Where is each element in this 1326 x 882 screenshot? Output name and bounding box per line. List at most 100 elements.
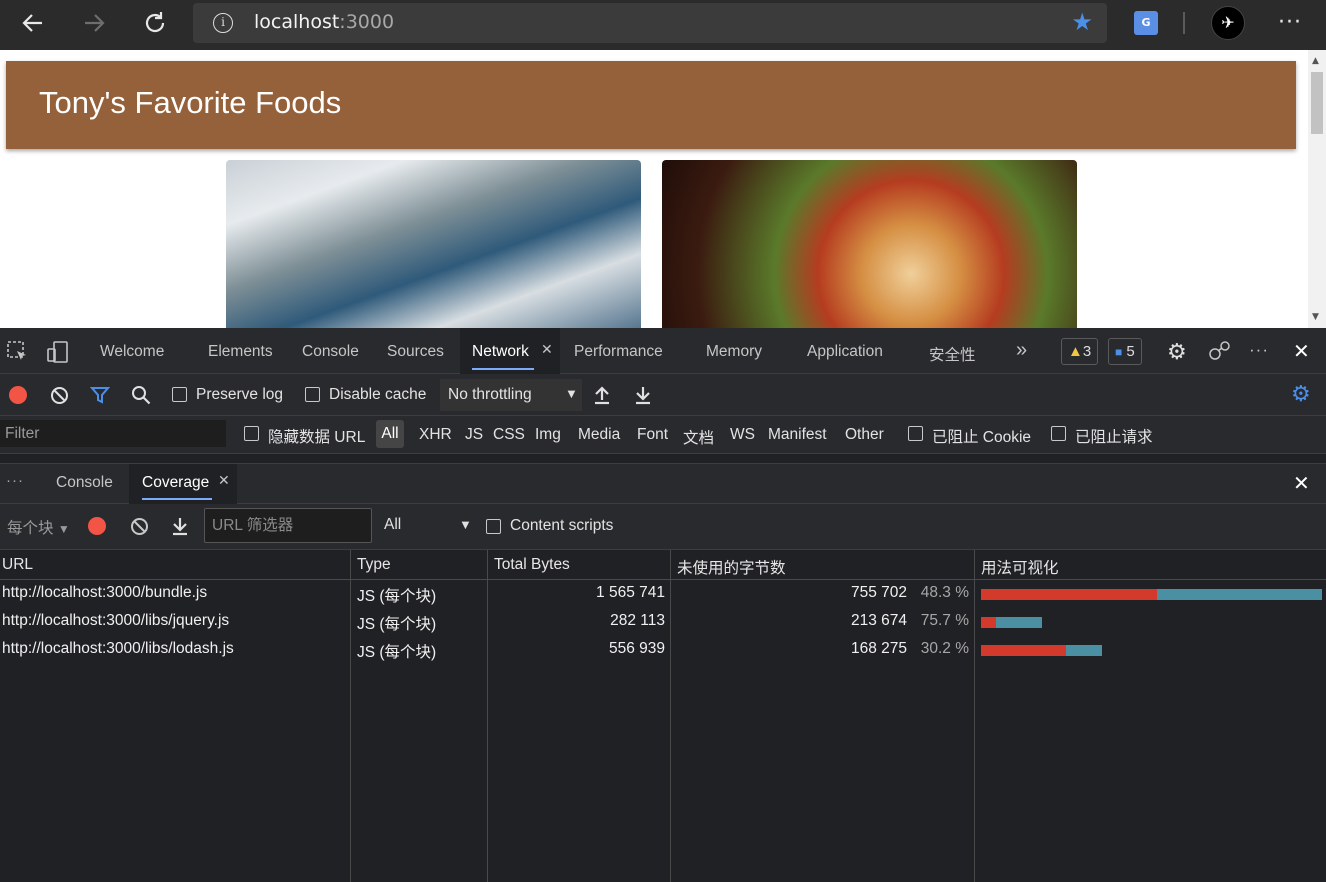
tab-application[interactable]: Application xyxy=(807,343,883,361)
close-tab-coverage-icon[interactable]: ✕ xyxy=(218,472,230,489)
address-bar[interactable]: i localhost:3000 ★ xyxy=(193,3,1107,43)
tab-memory[interactable]: Memory xyxy=(706,343,762,361)
row-type: JS (每个块) xyxy=(357,588,437,605)
throttling-value: No throttling xyxy=(448,386,532,403)
tab-console[interactable]: Console xyxy=(302,343,359,361)
export-har-icon[interactable] xyxy=(634,385,652,405)
row-url[interactable]: http://localhost:3000/libs/lodash.js xyxy=(2,640,234,658)
column-header-usage-visualization[interactable]: 用法可视化 xyxy=(981,556,1059,578)
customize-devtools-icon[interactable] xyxy=(1208,340,1232,362)
fish-photo xyxy=(226,160,641,328)
row-url[interactable]: http://localhost:3000/libs/jquery.js xyxy=(2,612,229,630)
blocked-cookies-checkbox[interactable] xyxy=(908,426,923,441)
disable-cache-label: Disable cache xyxy=(329,386,427,403)
row-unused-bytes: 213 674 xyxy=(850,612,907,629)
warnings-badge[interactable]: ▲3 xyxy=(1061,338,1099,365)
column-divider[interactable] xyxy=(487,550,488,882)
import-har-icon[interactable] xyxy=(593,385,611,405)
type-filter-media[interactable]: Media xyxy=(578,426,620,444)
page-title: Tony's Favorite Foods xyxy=(39,85,342,120)
column-divider[interactable] xyxy=(974,550,975,882)
scroll-up-icon[interactable]: ▲ xyxy=(1312,56,1319,66)
back-button[interactable] xyxy=(16,8,50,38)
row-url[interactable]: http://localhost:3000/bundle.js xyxy=(2,584,207,602)
page-viewport: Tony's Favorite Foods ▲ ▼ xyxy=(0,50,1326,328)
column-header-unused-bytes[interactable]: 未使用的字节数 xyxy=(677,556,786,578)
column-header-url[interactable]: URL xyxy=(2,556,33,574)
messages-badge[interactable]: ■ 5 xyxy=(1108,338,1142,365)
settings-gear-icon[interactable]: ⚙ xyxy=(1167,339,1187,365)
url-filter-input[interactable]: URL 筛选器 xyxy=(204,508,372,543)
hide-data-urls-checkbox[interactable] xyxy=(244,426,259,441)
browser-menu-button[interactable]: ··· xyxy=(1278,10,1302,35)
profile-avatar[interactable]: ✈ xyxy=(1211,6,1245,40)
tab-security[interactable]: 安全性 xyxy=(929,343,976,365)
record-icon[interactable] xyxy=(9,386,27,404)
close-devtools-icon[interactable]: ✕ xyxy=(1293,339,1310,364)
column-header-total-bytes[interactable]: Total Bytes xyxy=(494,556,570,574)
tab-performance[interactable]: Performance xyxy=(574,343,663,361)
granularity-select[interactable]: 每个块 ▼ xyxy=(7,516,70,538)
type-filter-doc[interactable]: 文档 xyxy=(683,426,714,448)
usage-bar xyxy=(981,617,1043,628)
preserve-log-checkbox[interactable] xyxy=(172,387,187,402)
close-drawer-icon[interactable]: ✕ xyxy=(1293,471,1310,496)
type-filter-ws[interactable]: WS xyxy=(730,426,755,444)
filter-icon[interactable] xyxy=(90,386,110,405)
tab-sources[interactable]: Sources xyxy=(387,343,444,361)
more-tabs-icon[interactable]: » xyxy=(1016,339,1027,362)
address-url[interactable]: localhost:3000 xyxy=(254,11,394,33)
type-filter-other[interactable]: Other xyxy=(845,426,884,444)
coverage-type-select[interactable]: All ▼ xyxy=(384,516,472,534)
content-scripts-checkbox[interactable] xyxy=(486,519,501,534)
column-divider[interactable] xyxy=(350,550,351,882)
arrow-left-icon xyxy=(22,14,42,32)
granularity-value: 每个块 xyxy=(7,520,54,537)
scrollbar-thumb[interactable] xyxy=(1311,72,1323,134)
throttling-select[interactable]: No throttling ▼ xyxy=(440,379,582,411)
tab-network[interactable]: Network xyxy=(472,343,529,361)
site-info-icon[interactable]: i xyxy=(213,13,233,33)
clear-icon[interactable] xyxy=(50,386,69,405)
device-toolbar-icon[interactable] xyxy=(46,340,70,364)
scroll-down-icon[interactable]: ▼ xyxy=(1312,312,1319,322)
close-tab-network-icon[interactable]: ✕ xyxy=(541,341,553,358)
usage-bar-unused xyxy=(995,617,1043,628)
type-filter-all[interactable]: All xyxy=(376,420,404,448)
favorite-star-icon[interactable]: ★ xyxy=(1071,8,1093,36)
column-header-type[interactable]: Type xyxy=(357,556,391,574)
row-unused-percent: 75.7 % xyxy=(920,612,969,629)
row-type: JS (每个块) xyxy=(357,644,437,661)
translate-icon[interactable]: G xyxy=(1134,11,1158,35)
blocked-requests-checkbox[interactable] xyxy=(1051,426,1066,441)
filter-input[interactable]: Filter xyxy=(0,420,226,447)
more-options-icon[interactable]: ··· xyxy=(1249,340,1269,360)
row-unused-percent: 48.3 % xyxy=(920,584,969,601)
chevron-down-icon: ▼ xyxy=(565,386,578,401)
type-filter-font[interactable]: Font xyxy=(637,426,668,444)
type-filter-js[interactable]: JS xyxy=(465,426,483,444)
inspect-element-icon[interactable] xyxy=(7,341,29,363)
clear-coverage-icon[interactable] xyxy=(130,517,149,536)
type-filter-xhr[interactable]: XHR xyxy=(419,426,452,444)
type-filter-img[interactable]: Img xyxy=(535,426,561,444)
type-filter-css[interactable]: CSS xyxy=(493,426,525,444)
page-scrollbar[interactable]: ▲ ▼ xyxy=(1308,50,1326,328)
search-icon[interactable] xyxy=(131,385,151,405)
column-divider[interactable] xyxy=(670,550,671,882)
tab-welcome[interactable]: Welcome xyxy=(100,343,164,361)
drawer-splitter[interactable] xyxy=(0,454,1326,464)
drawer-tab-coverage[interactable]: Coverage xyxy=(142,474,209,492)
drawer-tab-console[interactable]: Console xyxy=(56,474,113,492)
reload-button[interactable] xyxy=(138,8,172,38)
start-instrumenting-icon[interactable] xyxy=(88,517,106,535)
type-filter-manifest[interactable]: Manifest xyxy=(768,426,827,444)
export-coverage-icon[interactable] xyxy=(171,516,189,536)
forward-button[interactable] xyxy=(77,8,111,38)
drawer-more-icon[interactable]: ··· xyxy=(6,472,24,489)
network-settings-gear-icon[interactable]: ⚙ xyxy=(1291,381,1311,407)
chevron-down-icon: ▼ xyxy=(459,517,472,532)
arrow-right-icon xyxy=(85,14,105,32)
tab-elements[interactable]: Elements xyxy=(208,343,273,361)
disable-cache-checkbox[interactable] xyxy=(305,387,320,402)
